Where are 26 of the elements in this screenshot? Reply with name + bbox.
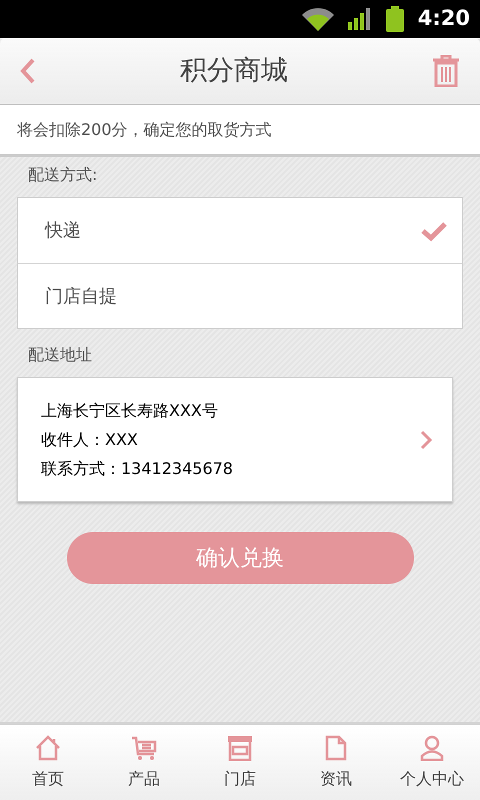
battery-icon bbox=[386, 6, 404, 32]
check-icon bbox=[420, 220, 448, 242]
address-line: 联系方式：13412345678 bbox=[41, 458, 233, 480]
status-time: 4:20 bbox=[418, 5, 470, 32]
signal-icon bbox=[348, 8, 372, 30]
notice-text: 将会扣除200分，确定您的取货方式 bbox=[0, 105, 480, 157]
document-icon bbox=[325, 734, 347, 760]
trash-icon[interactable] bbox=[432, 55, 460, 87]
address-line: 收件人：XXX bbox=[41, 429, 139, 451]
chevron-right-icon bbox=[420, 430, 432, 450]
section-label: 配送方式: bbox=[28, 164, 98, 186]
nav-tab[interactable]: 个人中心 bbox=[384, 725, 480, 800]
nav-tab[interactable]: 资讯 bbox=[288, 725, 384, 800]
nav-tab[interactable]: 首页 bbox=[0, 725, 96, 800]
back-icon[interactable] bbox=[20, 58, 36, 84]
nav-tab[interactable]: 门店 bbox=[192, 725, 288, 800]
store-icon bbox=[227, 734, 253, 760]
address-line: 上海长宁区长寿路XXX号 bbox=[41, 400, 219, 422]
nav-tab[interactable]: 产品 bbox=[96, 725, 192, 800]
address-card[interactable]: 上海长宁区长寿路XXX号 收件人：XXX 联系方式：13412345678 bbox=[17, 377, 453, 502]
wifi-icon bbox=[302, 7, 334, 31]
section-label: 配送地址 bbox=[28, 344, 93, 366]
cart-icon bbox=[131, 734, 157, 760]
home-icon bbox=[35, 734, 61, 760]
user-icon bbox=[420, 734, 444, 760]
page-title: 积分商城 bbox=[180, 54, 288, 88]
